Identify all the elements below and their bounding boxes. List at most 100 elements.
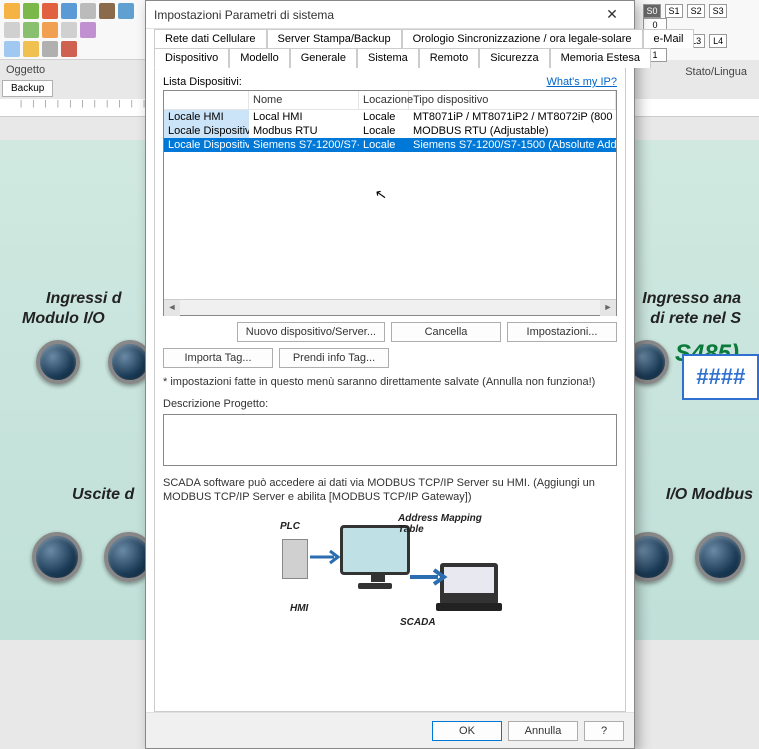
row-tipo: MT8071iP / MT8071iP2 / MT8072iP (800 x 4… — [409, 110, 616, 124]
tab-sistema[interactable]: Sistema — [357, 48, 419, 68]
col-locazione[interactable]: Locazione — [359, 91, 409, 109]
dialog-title: Impostazioni Parametri di sistema — [154, 8, 598, 22]
hmi-button[interactable] — [36, 340, 80, 384]
section-ingresso-an: Ingresso ana — [642, 290, 741, 308]
row-key: Locale HMI — [164, 110, 249, 124]
tool-icon[interactable] — [23, 3, 39, 19]
tab-strip: Rete dati Cellulare Server Stampa/Backup… — [146, 29, 634, 68]
section-io-modbus: I/O Modbus — [666, 486, 753, 504]
laptop-icon — [440, 563, 498, 605]
scada-info-text: SCADA software può accedere ai dati via … — [163, 476, 617, 505]
tab-sicurezza[interactable]: Sicurezza — [479, 48, 549, 68]
section-uscite: Uscite d — [72, 486, 134, 504]
device-row[interactable]: Locale HMI Local HMI Locale MT8071iP / M… — [164, 110, 616, 124]
arrow-icon — [308, 547, 342, 567]
help-button[interactable]: ? — [584, 721, 624, 741]
dialog-titlebar[interactable]: Impostazioni Parametri di sistema ✕ — [146, 1, 634, 29]
tab-stampa[interactable]: Server Stampa/Backup — [267, 29, 402, 48]
tool-icon[interactable] — [23, 41, 39, 57]
horizontal-scrollbar[interactable]: ◄ ► — [164, 299, 616, 315]
monitor-base-icon — [358, 583, 392, 589]
device-list-header: Nome Locazione Tipo dispositivo — [164, 91, 616, 110]
hmi-label: HMI — [290, 603, 308, 614]
tool-icon[interactable] — [61, 3, 77, 19]
row-nome: Siemens S7-1200/S7-1500 — [249, 138, 359, 152]
tab-content: Lista Dispositivi: What's my IP? Nome Lo… — [154, 68, 626, 712]
lista-label: Lista Dispositivi: — [163, 76, 242, 88]
amt-label: Address Mapping Table — [398, 513, 500, 535]
whats-my-ip-link[interactable]: What's my IP? — [546, 76, 617, 88]
plc-label: PLC — [280, 521, 300, 532]
tool-icon[interactable] — [61, 22, 77, 38]
device-row[interactable]: Locale Dispositivo 3 Modbus RTU Locale M… — [164, 124, 616, 138]
scada-label: SCADA — [400, 617, 436, 628]
row-loc: Locale — [359, 124, 409, 138]
tool-icon[interactable] — [42, 41, 58, 57]
tool-icon[interactable] — [80, 3, 96, 19]
new-device-button[interactable]: Nuovo dispositivo/Server... — [237, 322, 385, 342]
tab-dispositivo[interactable]: Dispositivo — [154, 48, 229, 68]
col-blank — [164, 91, 249, 109]
get-tag-info-button[interactable]: Prendi info Tag... — [279, 348, 389, 368]
row-nome: Modbus RTU — [249, 124, 359, 138]
save-note: * impostazioni fatte in questo menù sara… — [163, 376, 617, 388]
tool-icon[interactable] — [4, 41, 20, 57]
delete-button[interactable]: Cancella — [391, 322, 501, 342]
tab-modello[interactable]: Modello — [229, 48, 290, 68]
col-tipo[interactable]: Tipo dispositivo — [409, 91, 616, 109]
backup-tab[interactable]: Backup — [2, 80, 53, 97]
tool-icon[interactable] — [42, 22, 58, 38]
scada-diagram: PLC HMI SCADA Address Mapping Table — [163, 513, 617, 633]
tab-memoria[interactable]: Memoria Estesa — [550, 48, 651, 68]
ok-button[interactable]: OK — [432, 721, 502, 741]
annulla-button[interactable]: Annulla — [508, 721, 578, 741]
description-label: Descrizione Progetto: — [163, 398, 617, 410]
tool-icon[interactable] — [23, 22, 39, 38]
col-nome[interactable]: Nome — [249, 91, 359, 109]
tool-icon[interactable] — [42, 3, 58, 19]
value-box[interactable]: #### — [682, 354, 759, 400]
import-tag-button[interactable]: Importa Tag... — [163, 348, 273, 368]
row-key: Locale Dispositivo 3 — [164, 124, 249, 138]
hmi-button[interactable] — [32, 532, 82, 582]
scroll-left-icon[interactable]: ◄ — [164, 300, 180, 316]
tool-icon[interactable] — [4, 3, 20, 19]
settings-button[interactable]: Impostazioni... — [507, 322, 617, 342]
device-list-body: Locale HMI Local HMI Locale MT8071iP / M… — [164, 110, 616, 299]
section-modulo: Modulo I/O — [22, 310, 105, 328]
stato-lingua-label: Stato/Lingua — [643, 66, 755, 78]
scroll-right-icon[interactable]: ► — [600, 300, 616, 316]
row-nome: Local HMI — [249, 110, 359, 124]
row-tipo: MODBUS RTU (Adjustable) — [409, 124, 616, 138]
plc-icon — [282, 539, 308, 579]
status-s2[interactable]: S2 — [687, 4, 705, 18]
tab-orologio[interactable]: Orologio Sincronizzazione / ora legale-s… — [402, 29, 643, 48]
tool-icon[interactable] — [118, 3, 134, 19]
tab-cellulare[interactable]: Rete dati Cellulare — [154, 29, 267, 48]
dialog-footer: OK Annulla ? — [146, 712, 634, 748]
section-ingressi: Ingressi d — [46, 290, 122, 308]
status-l4[interactable]: L4 — [709, 34, 727, 48]
status-s3[interactable]: S3 — [709, 4, 727, 18]
description-textarea[interactable] — [163, 414, 617, 466]
row-key: Locale Dispositivo 4 — [164, 138, 249, 152]
tool-icon[interactable] — [99, 3, 115, 19]
system-params-dialog: Impostazioni Parametri di sistema ✕ Rete… — [145, 0, 635, 749]
tab-remoto[interactable]: Remoto — [419, 48, 480, 68]
device-row-selected[interactable]: Locale Dispositivo 4 Siemens S7-1200/S7-… — [164, 138, 616, 152]
tab-generale[interactable]: Generale — [290, 48, 357, 68]
tool-icon[interactable] — [80, 22, 96, 38]
status-s0[interactable]: S0 — [643, 4, 661, 18]
arrow-icon — [408, 565, 448, 589]
row-tipo: Siemens S7-1200/S7-1500 (Absolute Addres… — [409, 138, 616, 152]
status-s1[interactable]: S1 — [665, 4, 683, 18]
tool-icon[interactable] — [4, 22, 20, 38]
row-loc: Locale — [359, 110, 409, 124]
device-list[interactable]: Nome Locazione Tipo dispositivo Locale H… — [163, 90, 617, 316]
hmi-button[interactable] — [695, 532, 745, 582]
tab-email[interactable]: e-Mail — [643, 29, 695, 48]
close-button[interactable]: ✕ — [598, 4, 626, 26]
section-rete: di rete nel S — [650, 310, 741, 328]
tool-icon[interactable] — [61, 41, 77, 57]
row-loc: Locale — [359, 138, 409, 152]
